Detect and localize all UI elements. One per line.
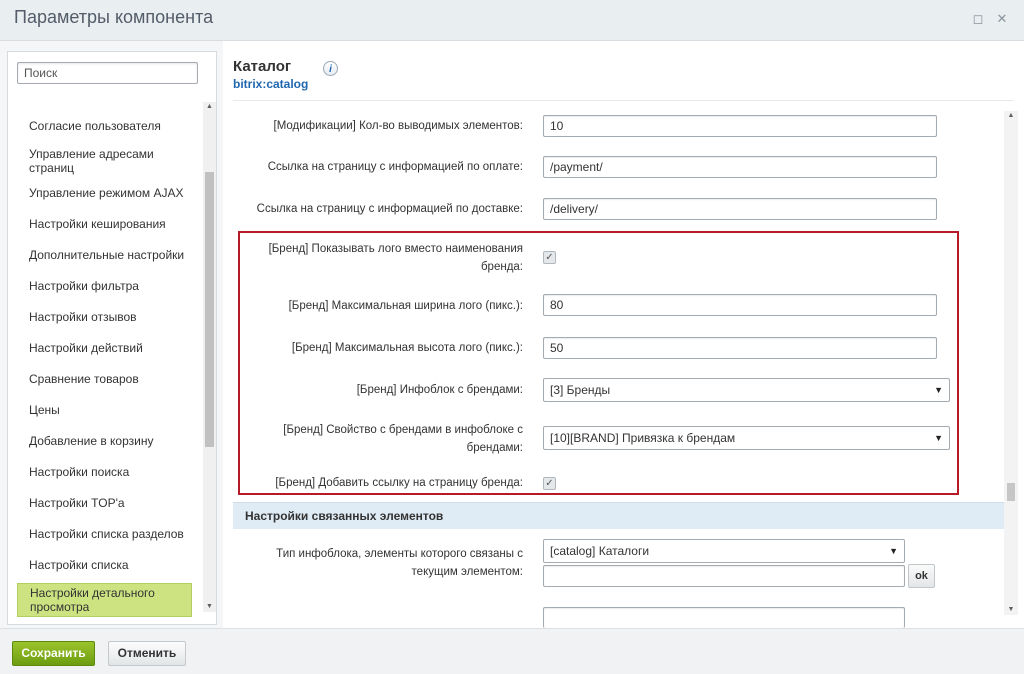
main-panel: Каталог i bitrix:catalog [Модификации] К…	[223, 41, 1024, 628]
brand-logo-width-input[interactable]	[543, 294, 937, 316]
ok-button[interactable]: ok	[908, 564, 935, 588]
sidebar-scroll-thumb[interactable]	[205, 172, 214, 447]
brand-property-select[interactable]: [10][BRAND] Привязка к брендам ▼	[543, 426, 950, 450]
linked-id-input[interactable]	[543, 565, 905, 587]
linked-elements-section-title: Настройки связанных элементов	[245, 509, 444, 523]
brand-logo-width-label: [Бренд] Максимальная ширина лого (пикс.)…	[288, 300, 523, 312]
brand-link-label: [Бренд] Добавить ссылку на страницу брен…	[275, 477, 523, 489]
delivery-url-input[interactable]	[543, 198, 937, 220]
scroll-up-icon[interactable]: ▲	[203, 102, 216, 112]
sidebar-item-ajax-mode[interactable]: Управление режимом AJAX	[17, 186, 192, 200]
brand-property-label: [Бренд] Свойство с брендами в инфоблоке …	[283, 424, 523, 454]
payment-url-label: Ссылка на страницу с информацией по опла…	[267, 161, 523, 173]
close-icon[interactable]: ✕	[994, 11, 1010, 27]
dialog-content: Согласие пользователя Управление адресам…	[0, 41, 1024, 628]
cancel-button[interactable]: Отменить	[108, 641, 186, 666]
linked-elements-section[interactable]: Настройки связанных элементов	[233, 502, 1004, 529]
brand-logo-height-label: [Бренд] Максимальная высота лого (пикс.)…	[291, 342, 523, 354]
sidebar-item-basket[interactable]: Добавление в корзину	[17, 434, 192, 448]
brand-show-logo-checkbox[interactable]: ✓	[543, 251, 556, 264]
sidebar-item-detail[interactable]: Настройки детального просмотра	[17, 583, 192, 617]
payment-url-input[interactable]	[543, 156, 937, 178]
sidebar-item-url-management[interactable]: Управление адресами страниц	[17, 147, 192, 175]
brand-logo-height-input[interactable]	[543, 337, 937, 359]
scroll-down-icon[interactable]: ▼	[203, 602, 216, 612]
offers-count-label: [Модификации] Кол-во выводимых элементов…	[273, 120, 524, 132]
component-title: Каталог	[233, 58, 292, 75]
sidebar-item-additional[interactable]: Дополнительные настройки	[17, 248, 192, 262]
chevron-down-icon: ▼	[934, 385, 943, 395]
header-divider	[233, 100, 1014, 101]
brand-iblock-label: [Бренд] Инфоблок с брендами:	[356, 384, 523, 396]
sidebar: Согласие пользователя Управление адресам…	[7, 51, 217, 625]
scroll-down-icon[interactable]: ▼	[1004, 605, 1018, 615]
sidebar-item-user-consent[interactable]: Согласие пользователя	[17, 119, 192, 133]
sidebar-item-filter[interactable]: Настройки фильтра	[17, 279, 192, 293]
sidebar-item-compare[interactable]: Сравнение товаров	[17, 372, 192, 386]
chevron-down-icon: ▼	[934, 433, 943, 443]
sidebar-item-list[interactable]: Настройки списка	[17, 558, 192, 572]
maximize-icon[interactable]: ◻	[970, 11, 986, 27]
sidebar-item-section-list[interactable]: Настройки списка разделов	[17, 527, 192, 541]
brand-iblock-select[interactable]: [3] Бренды ▼	[543, 378, 950, 402]
save-button[interactable]: Сохранить	[12, 641, 95, 666]
main-scroll-thumb[interactable]	[1007, 483, 1015, 501]
brand-show-logo-label: [Бренд] Показывать лого вместо наименова…	[268, 243, 523, 273]
sidebar-item-prices[interactable]: Цены	[17, 403, 192, 417]
brand-property-value: [10][BRAND] Привязка к брендам	[550, 431, 736, 445]
search-input[interactable]	[17, 62, 198, 84]
sidebar-item-search[interactable]: Настройки поиска	[17, 465, 192, 479]
linked-next-field[interactable]	[543, 607, 905, 628]
info-icon[interactable]: i	[323, 61, 338, 76]
scroll-up-icon[interactable]: ▲	[1004, 111, 1018, 121]
sidebar-item-caching[interactable]: Настройки кеширования	[17, 217, 192, 231]
sidebar-item-top[interactable]: Настройки TOP'а	[17, 496, 192, 510]
main-scrollbar[interactable]: ▲ ▼	[1004, 111, 1018, 615]
sidebar-scrollbar[interactable]: ▲ ▼	[203, 102, 216, 612]
linked-type-label: Тип инфоблока, элементы которого связаны…	[276, 548, 523, 578]
sidebar-item-reviews[interactable]: Настройки отзывов	[17, 310, 192, 324]
window-title: Параметры компонента	[14, 7, 214, 27]
offers-count-input[interactable]	[543, 115, 937, 137]
linked-type-value: [catalog] Каталоги	[550, 544, 650, 558]
brand-link-checkbox[interactable]: ✓	[543, 477, 556, 490]
delivery-url-label: Ссылка на страницу с информацией по дост…	[256, 203, 523, 215]
dialog-footer: Сохранить Отменить	[0, 628, 1024, 674]
brand-iblock-value: [3] Бренды	[550, 383, 611, 397]
component-code: bitrix:catalog	[233, 77, 309, 91]
window-titlebar: Параметры компонента ◻ ✕	[0, 0, 1024, 41]
chevron-down-icon: ▼	[889, 546, 898, 556]
sidebar-item-actions[interactable]: Настройки действий	[17, 341, 192, 355]
linked-type-select[interactable]: [catalog] Каталоги ▼	[543, 539, 905, 563]
